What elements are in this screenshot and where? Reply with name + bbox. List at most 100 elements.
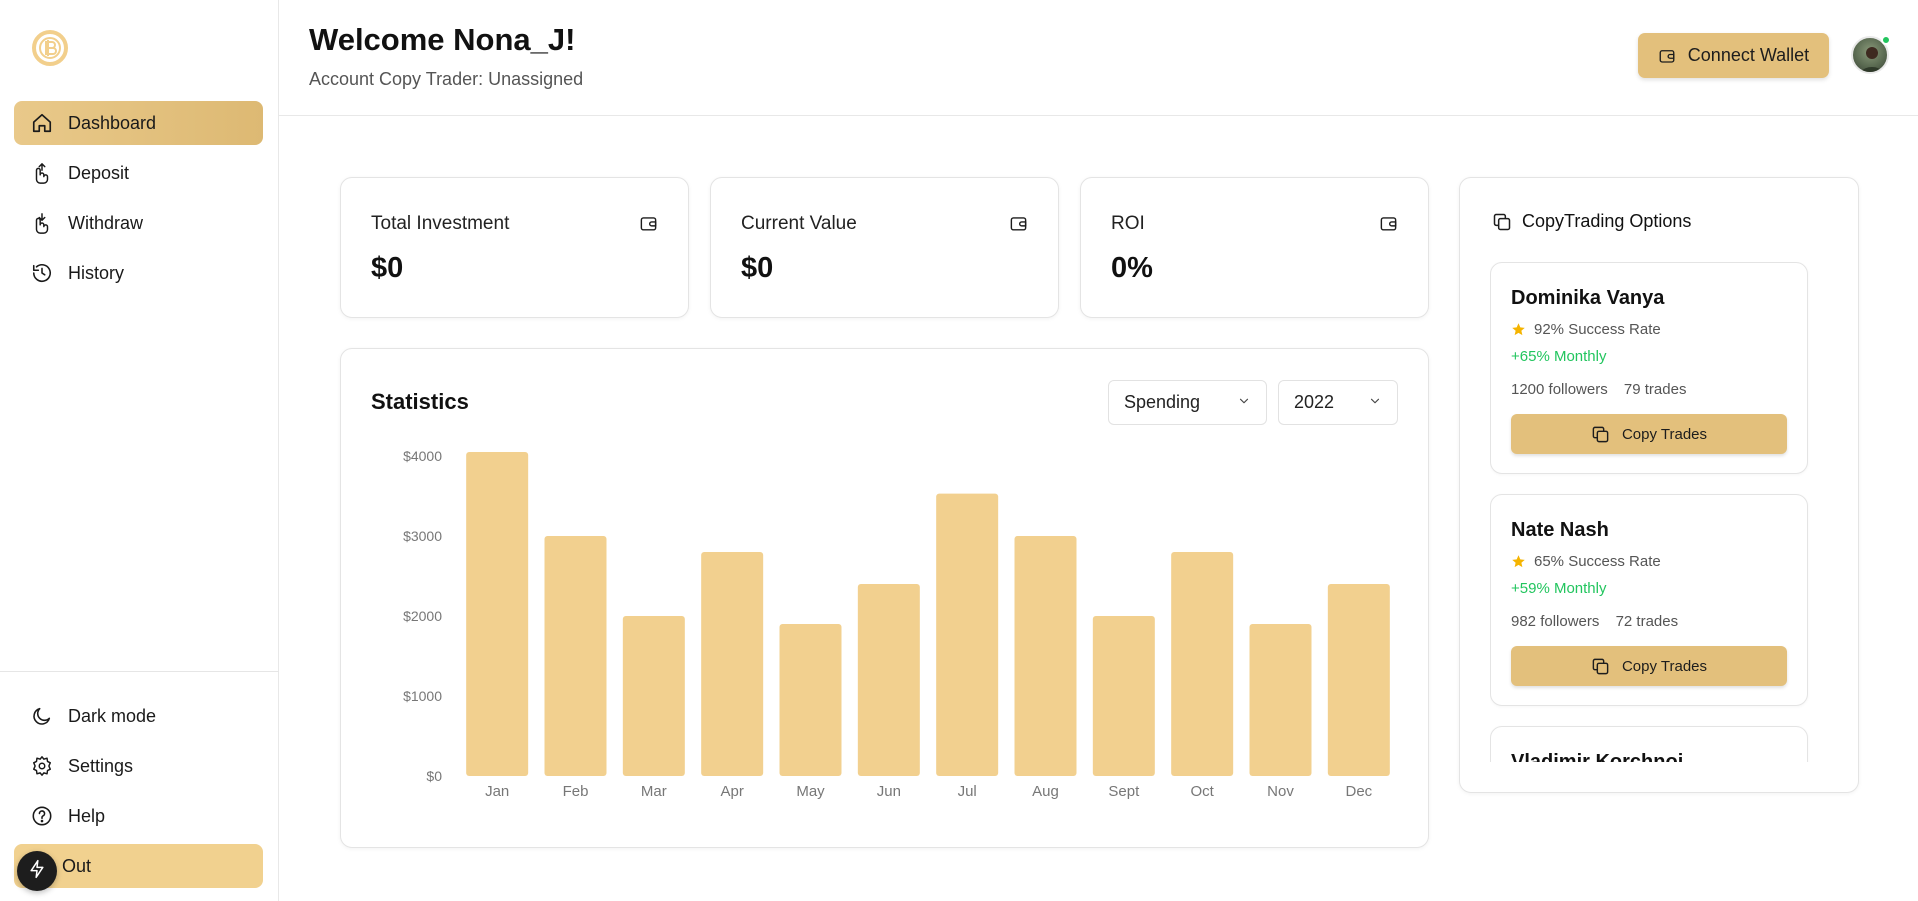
sidebar-divider [0, 671, 279, 672]
connect-wallet-button[interactable]: Connect Wallet [1638, 33, 1829, 78]
success-rate-text: 92% Success Rate [1534, 321, 1661, 338]
chart-bar-feb[interactable] [544, 536, 607, 776]
trader-list[interactable]: Dominika Vanya 92% Success Rate +65% Mon… [1490, 262, 1810, 762]
copytrading-title-text: CopyTrading Options [1522, 211, 1692, 231]
nav-item-label: Settings [68, 755, 134, 776]
nav-item-label: Dashboard [68, 112, 157, 133]
x-tick-label: Aug [1032, 783, 1059, 800]
coin-logo-icon[interactable] [31, 29, 69, 67]
copy-trades-label: Copy Trades [1621, 425, 1708, 443]
trader-meta: 1200 followers 79 trades [1511, 381, 1698, 398]
x-tick-label: Jan [485, 783, 509, 800]
nav-item-label: Help [68, 805, 106, 826]
main-nav: Dashboard Deposit Withdraw History [14, 101, 263, 301]
nav-item-label: Withdraw [68, 212, 144, 233]
chart-bar-oct[interactable] [1171, 552, 1234, 776]
trader-card: Nate Nash 65% Success Rate +59% Monthly … [1490, 494, 1808, 706]
nav-item-deposit[interactable]: Deposit [14, 151, 263, 195]
chart-bar-apr[interactable] [701, 552, 764, 776]
chart-bar-aug[interactable] [1014, 536, 1077, 776]
trader-name: Dominika Vanya [1511, 287, 1665, 309]
moon-icon [30, 704, 54, 728]
stat-card-roi: ROI 0% [1080, 177, 1429, 318]
chart-bar-sept[interactable] [1092, 616, 1155, 776]
chart-bar-jun[interactable] [857, 584, 920, 776]
y-tick-label: $2000 [403, 608, 442, 624]
success-rate-text: 65% Success Rate [1534, 553, 1661, 570]
trader-followers: 1200 followers [1511, 381, 1608, 398]
trader-name: Vladimir Korchnoi [1511, 751, 1684, 762]
nav-item-label: Deposit [68, 162, 130, 183]
gear-icon [30, 754, 54, 778]
wallet-icon [1009, 214, 1028, 238]
connect-wallet-label: Connect Wallet [1687, 45, 1810, 65]
home-icon [30, 111, 54, 135]
wallet-icon [1658, 47, 1676, 65]
nav-item-history[interactable]: History [14, 251, 263, 295]
stat-value: $0 [371, 252, 404, 284]
star-icon [1511, 322, 1526, 337]
x-tick-label: May [796, 783, 825, 800]
stat-value: 0% [1111, 252, 1153, 284]
copy-icon [1492, 212, 1512, 232]
y-tick-label: $0 [426, 768, 442, 784]
x-tick-label: Dec [1345, 783, 1372, 800]
trader-followers: 982 followers [1511, 613, 1600, 630]
y-tick-label: $3000 [403, 528, 442, 544]
trader-card: Dominika Vanya 92% Success Rate +65% Mon… [1490, 262, 1808, 474]
bolt-icon [27, 859, 47, 884]
page-title: Welcome Nona_J! [309, 22, 576, 57]
copy-trades-label: Copy Trades [1621, 657, 1708, 675]
deposit-icon [30, 161, 54, 185]
account-status: Account Copy Trader: Unassigned [309, 69, 584, 89]
copy-icon [1591, 657, 1610, 676]
chart-bar-dec[interactable] [1327, 584, 1390, 776]
history-icon [30, 261, 54, 285]
stat-label: Current Value [741, 213, 857, 234]
stat-card-current-value: Current Value $0 [710, 177, 1059, 318]
sidebar: Dashboard Deposit Withdraw History Dark … [0, 0, 279, 901]
chart-bar-jul[interactable] [936, 493, 999, 776]
x-tick-label: Apr [720, 783, 743, 800]
stat-value: $0 [741, 252, 774, 284]
nav-item-label: History [68, 262, 125, 283]
copytrading-title: CopyTrading Options [1492, 211, 1691, 232]
x-tick-label: Nov [1267, 783, 1294, 800]
copy-icon [1591, 425, 1610, 444]
help-icon [30, 804, 54, 828]
withdraw-icon [30, 211, 54, 235]
nav-item-label: Dark mode [68, 705, 157, 726]
chart-bar-jan[interactable] [466, 452, 529, 776]
nav-item-settings[interactable]: Settings [14, 744, 263, 788]
trader-monthly-return: +65% Monthly [1511, 348, 1607, 365]
copy-trades-button[interactable]: Copy Trades [1511, 646, 1787, 686]
wallet-icon [1379, 214, 1398, 238]
trader-card: Vladimir Korchnoi [1490, 726, 1808, 762]
x-tick-label: Feb [563, 783, 589, 800]
copy-trades-button[interactable]: Copy Trades [1511, 414, 1787, 454]
y-tick-label: $1000 [403, 688, 442, 704]
wallet-icon [639, 214, 658, 238]
trader-name: Nate Nash [1511, 519, 1609, 541]
x-tick-label: Jun [877, 783, 901, 800]
nav-item-help[interactable]: Help [14, 794, 263, 838]
nav-item-dark-mode[interactable]: Dark mode [14, 694, 263, 738]
x-tick-label: Mar [641, 783, 667, 800]
y-tick-label: $4000 [403, 448, 442, 464]
chart-bar-may[interactable] [779, 624, 842, 776]
stat-label: Total Investment [371, 213, 510, 234]
nav-item-dashboard[interactable]: Dashboard [14, 101, 263, 145]
star-icon [1511, 554, 1526, 569]
x-tick-label: Oct [1190, 783, 1214, 800]
chart-bar-nov[interactable] [1249, 624, 1312, 776]
nav-item-withdraw[interactable]: Withdraw [14, 201, 263, 245]
x-tick-label: Jul [958, 783, 977, 800]
trader-success-rate: 65% Success Rate [1511, 553, 1661, 570]
chart-bar-mar[interactable] [622, 616, 685, 776]
quick-action-button[interactable] [17, 851, 57, 891]
statistics-card: Statistics Spending 2022 $0 $1000 $2000 $30… [340, 348, 1429, 848]
copytrading-card: CopyTrading Options Dominika Vanya 92% S… [1459, 177, 1859, 793]
page-header: Welcome Nona_J! Account Copy Trader: Una… [279, 0, 1918, 116]
trader-meta: 982 followers 72 trades [1511, 613, 1690, 630]
x-tick-label: Sept [1108, 783, 1140, 800]
